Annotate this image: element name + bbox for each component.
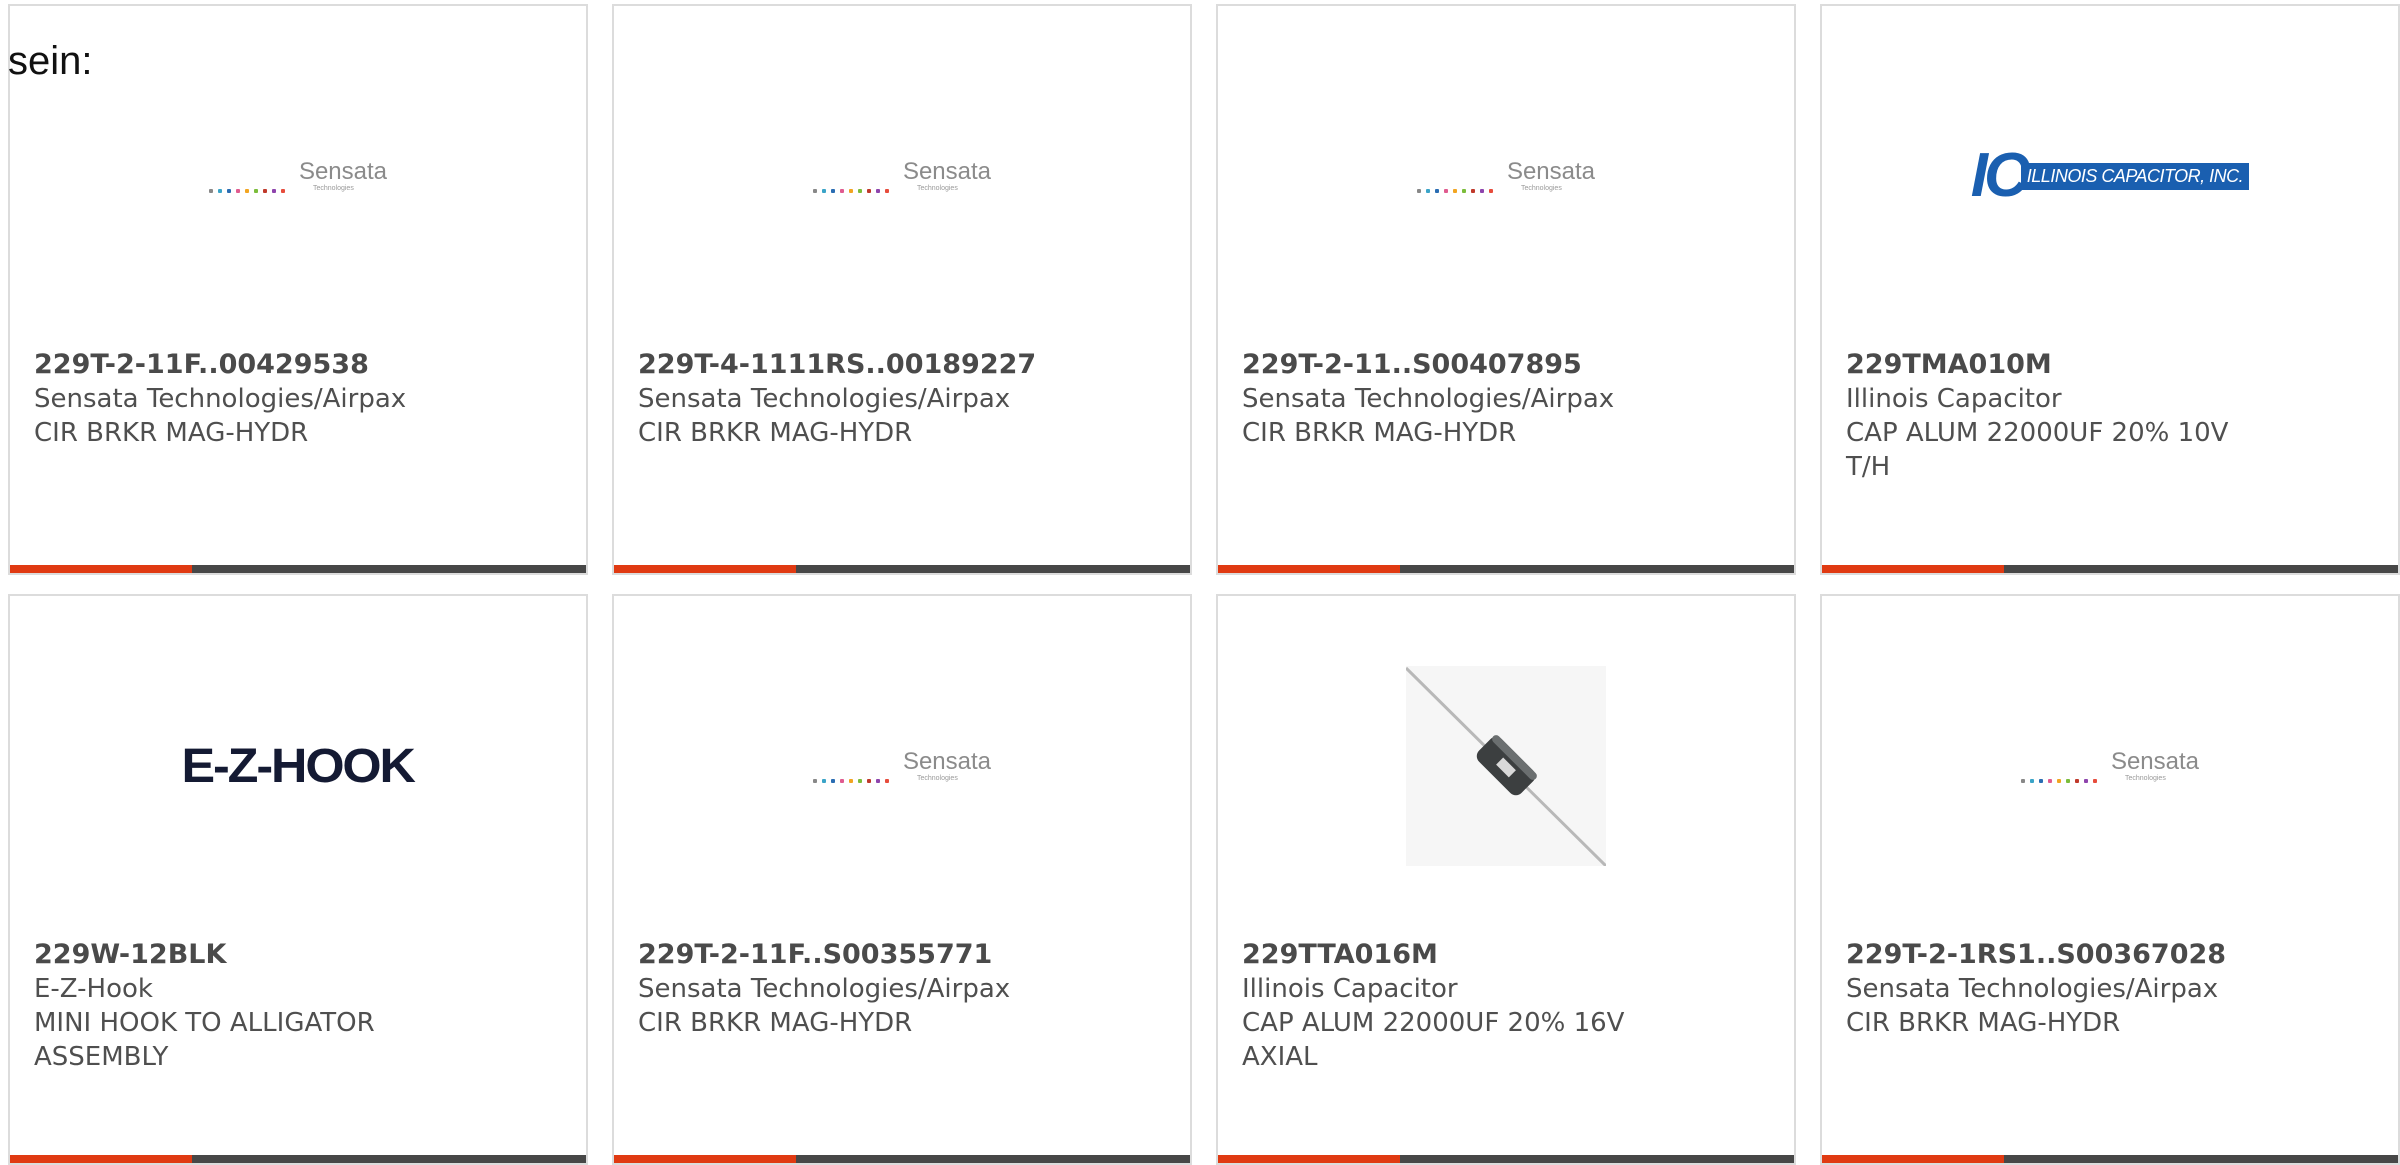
card-bottom-bar	[1822, 565, 2398, 573]
product-card[interactable]: Sensata Technologies 229T-2-11..S0040789…	[1216, 4, 1796, 575]
product-card[interactable]: Sensata Technologies 229T-4-1111RS..0018…	[612, 4, 1192, 575]
manufacturer: Illinois Capacitor	[1846, 384, 2062, 414]
card-bottom-bar	[10, 1155, 586, 1163]
part-number[interactable]: 229T-2-11F..00429538	[34, 348, 562, 382]
manufacturer: Sensata Technologies/Airpax	[638, 384, 1011, 414]
description: CIR BRKR MAG-HYDR	[638, 418, 913, 448]
manufacturer: Illinois Capacitor	[1242, 974, 1458, 1004]
product-image[interactable]: Sensata Technologies	[10, 26, 586, 326]
manufacturer: Sensata Technologies/Airpax	[1846, 974, 2219, 1004]
axial-capacitor-photo	[1406, 666, 1606, 866]
sensata-dots-icon	[812, 188, 889, 193]
product-card[interactable]: E-Z-HOOK 229W-12BLK E-Z-Hook MINI HOOK T…	[8, 594, 588, 1165]
product-image[interactable]: IC ILLINOIS CAPACITOR, INC.	[1822, 26, 2398, 326]
product-image[interactable]	[1218, 616, 1794, 916]
sensata-logo-tagline: Technologies	[916, 184, 958, 192]
part-number[interactable]: 229W-12BLK	[34, 938, 436, 972]
description: CIR BRKR MAG-HYDR	[1242, 418, 1517, 448]
description: MINI HOOK TO ALLIGATOR ASSEMBLY	[34, 1008, 375, 1072]
card-accent-bar	[614, 565, 796, 573]
intro-text: sein:	[8, 39, 93, 83]
manufacturer: E-Z-Hook	[34, 974, 153, 1004]
manufacturer: Sensata Technologies/Airpax	[34, 384, 407, 414]
sensata-logo-name: Sensata	[2110, 747, 2200, 775]
sensata-logo-tagline: Technologies	[916, 774, 958, 782]
part-number[interactable]: 229T-4-1111RS..00189227	[638, 348, 1166, 382]
product-image[interactable]: Sensata Technologies	[1822, 616, 2398, 916]
product-card[interactable]: Sensata Technologies 229T-2-11F..0042953…	[8, 4, 588, 575]
illinois-logo-banner: ILLINOIS CAPACITOR, INC.	[2020, 162, 2250, 190]
description: CAP ALUM 22000UF 20% 10V T/H	[1846, 418, 2229, 482]
product-card[interactable]: 229TTA016M Illinois Capacitor CAP ALUM 2…	[1216, 594, 1796, 1165]
product-card[interactable]: IC ILLINOIS CAPACITOR, INC. 229TMA010M I…	[1820, 4, 2400, 575]
product-image[interactable]: Sensata Technologies	[614, 616, 1190, 916]
sensata-logo-name: Sensata	[902, 157, 992, 185]
manufacturer: Sensata Technologies/Airpax	[638, 974, 1011, 1004]
card-bottom-bar	[614, 565, 1190, 573]
illinois-capacitor-logo: IC ILLINOIS CAPACITOR, INC.	[1970, 141, 2250, 210]
sensata-dots-icon	[2020, 778, 2097, 783]
card-accent-bar	[1822, 1155, 2004, 1163]
illinois-logo-mark: IC	[1970, 141, 2029, 210]
card-accent-bar	[614, 1155, 796, 1163]
card-accent-bar	[1218, 1155, 1400, 1163]
card-bottom-bar	[1822, 1155, 2398, 1163]
sensata-dots-icon	[208, 188, 285, 193]
card-bottom-bar	[10, 565, 586, 573]
part-number[interactable]: 229T-2-11..S00407895	[1242, 348, 1770, 382]
sensata-dots-icon	[812, 778, 889, 783]
card-accent-bar	[1822, 565, 2004, 573]
product-image[interactable]: Sensata Technologies	[1218, 26, 1794, 326]
part-number[interactable]: 229T-2-1RS1..S00367028	[1846, 938, 2374, 972]
card-accent-bar	[10, 1155, 192, 1163]
sensata-logo-name: Sensata	[1506, 157, 1596, 185]
description: CIR BRKR MAG-HYDR	[638, 1008, 913, 1038]
product-image[interactable]: E-Z-HOOK	[10, 616, 586, 916]
sensata-logo: Sensata Technologies	[812, 157, 992, 193]
card-accent-bar	[10, 565, 192, 573]
ez-hook-logo: E-Z-HOOK	[181, 739, 416, 793]
sensata-logo: Sensata Technologies	[208, 157, 388, 193]
part-number[interactable]: 229T-2-11F..S00355771	[638, 938, 1166, 972]
description: CIR BRKR MAG-HYDR	[1846, 1008, 2121, 1038]
card-bottom-bar	[614, 1155, 1190, 1163]
sensata-dots-icon	[1416, 188, 1493, 193]
product-card[interactable]: Sensata Technologies 229T-2-11F..S003557…	[612, 594, 1192, 1165]
sensata-logo-tagline: Technologies	[2124, 774, 2166, 782]
description: CAP ALUM 22000UF 20% 16V AXIAL	[1242, 1008, 1625, 1072]
part-number[interactable]: 229TMA010M	[1846, 348, 2248, 382]
product-card[interactable]: Sensata Technologies 229T-2-1RS1..S00367…	[1820, 594, 2400, 1165]
sensata-logo-tagline: Technologies	[312, 184, 354, 192]
part-number[interactable]: 229TTA016M	[1242, 938, 1644, 972]
card-bottom-bar	[1218, 1155, 1794, 1163]
sensata-logo-name: Sensata	[298, 157, 388, 185]
sensata-logo-name: Sensata	[902, 747, 992, 775]
sensata-logo: Sensata Technologies	[1416, 157, 1596, 193]
sensata-logo: Sensata Technologies	[812, 747, 992, 783]
card-accent-bar	[1218, 565, 1400, 573]
sensata-logo: Sensata Technologies	[2020, 747, 2200, 783]
sensata-logo-tagline: Technologies	[1520, 184, 1562, 192]
product-image[interactable]: Sensata Technologies	[614, 26, 1190, 326]
description: CIR BRKR MAG-HYDR	[34, 418, 309, 448]
card-bottom-bar	[1218, 565, 1794, 573]
manufacturer: Sensata Technologies/Airpax	[1242, 384, 1615, 414]
